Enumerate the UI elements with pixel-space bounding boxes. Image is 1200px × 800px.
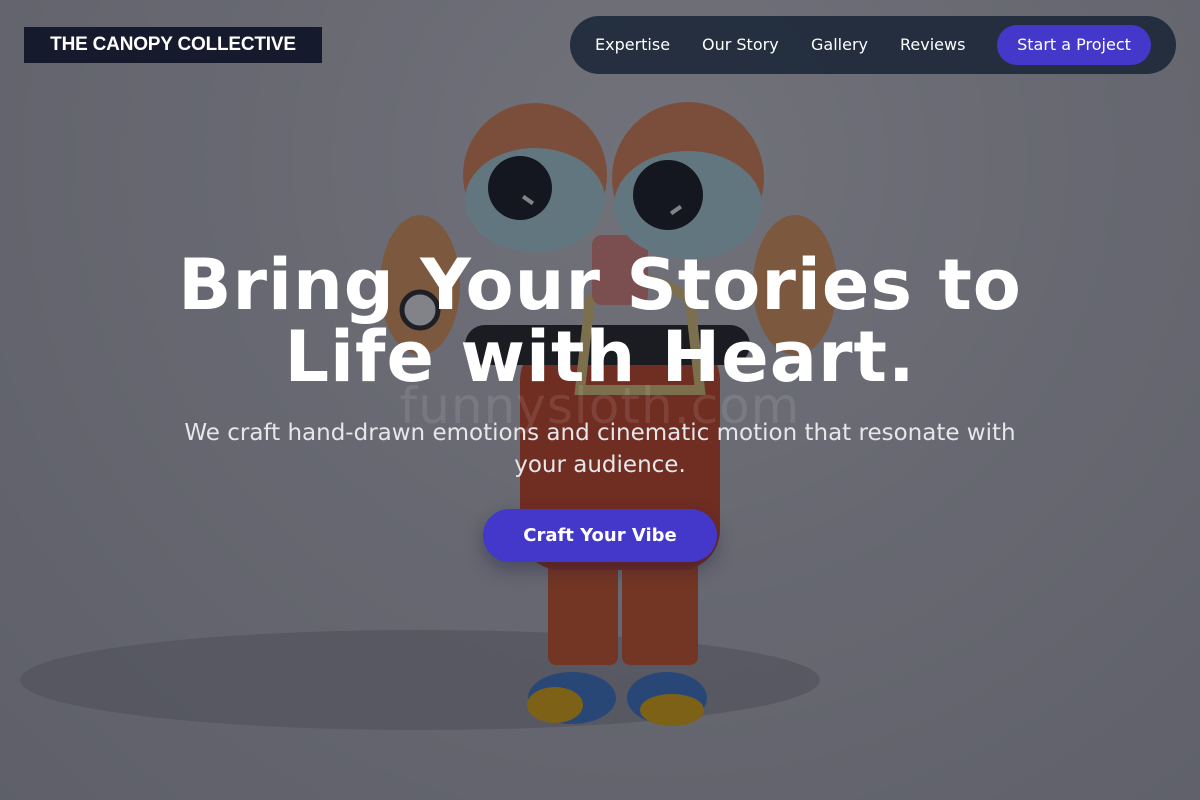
nav-link-expertise[interactable]: Expertise bbox=[595, 16, 670, 74]
nav-link-gallery[interactable]: Gallery bbox=[811, 16, 868, 74]
hero-headline: Bring Your Stories to Life with Heart. bbox=[178, 244, 1022, 398]
start-project-button[interactable]: Start a Project bbox=[997, 25, 1151, 65]
craft-your-vibe-button[interactable]: Craft Your Vibe bbox=[483, 509, 717, 562]
main-navigation: Expertise Our Story Gallery Reviews Star… bbox=[570, 16, 1176, 74]
nav-link-our-story[interactable]: Our Story bbox=[702, 16, 779, 74]
brand-logo[interactable]: THE CANOPY COLLECTIVE bbox=[24, 27, 322, 63]
hero-subheadline: We craft hand-drawn emotions and cinemat… bbox=[184, 420, 1016, 478]
nav-link-reviews[interactable]: Reviews bbox=[900, 16, 965, 74]
